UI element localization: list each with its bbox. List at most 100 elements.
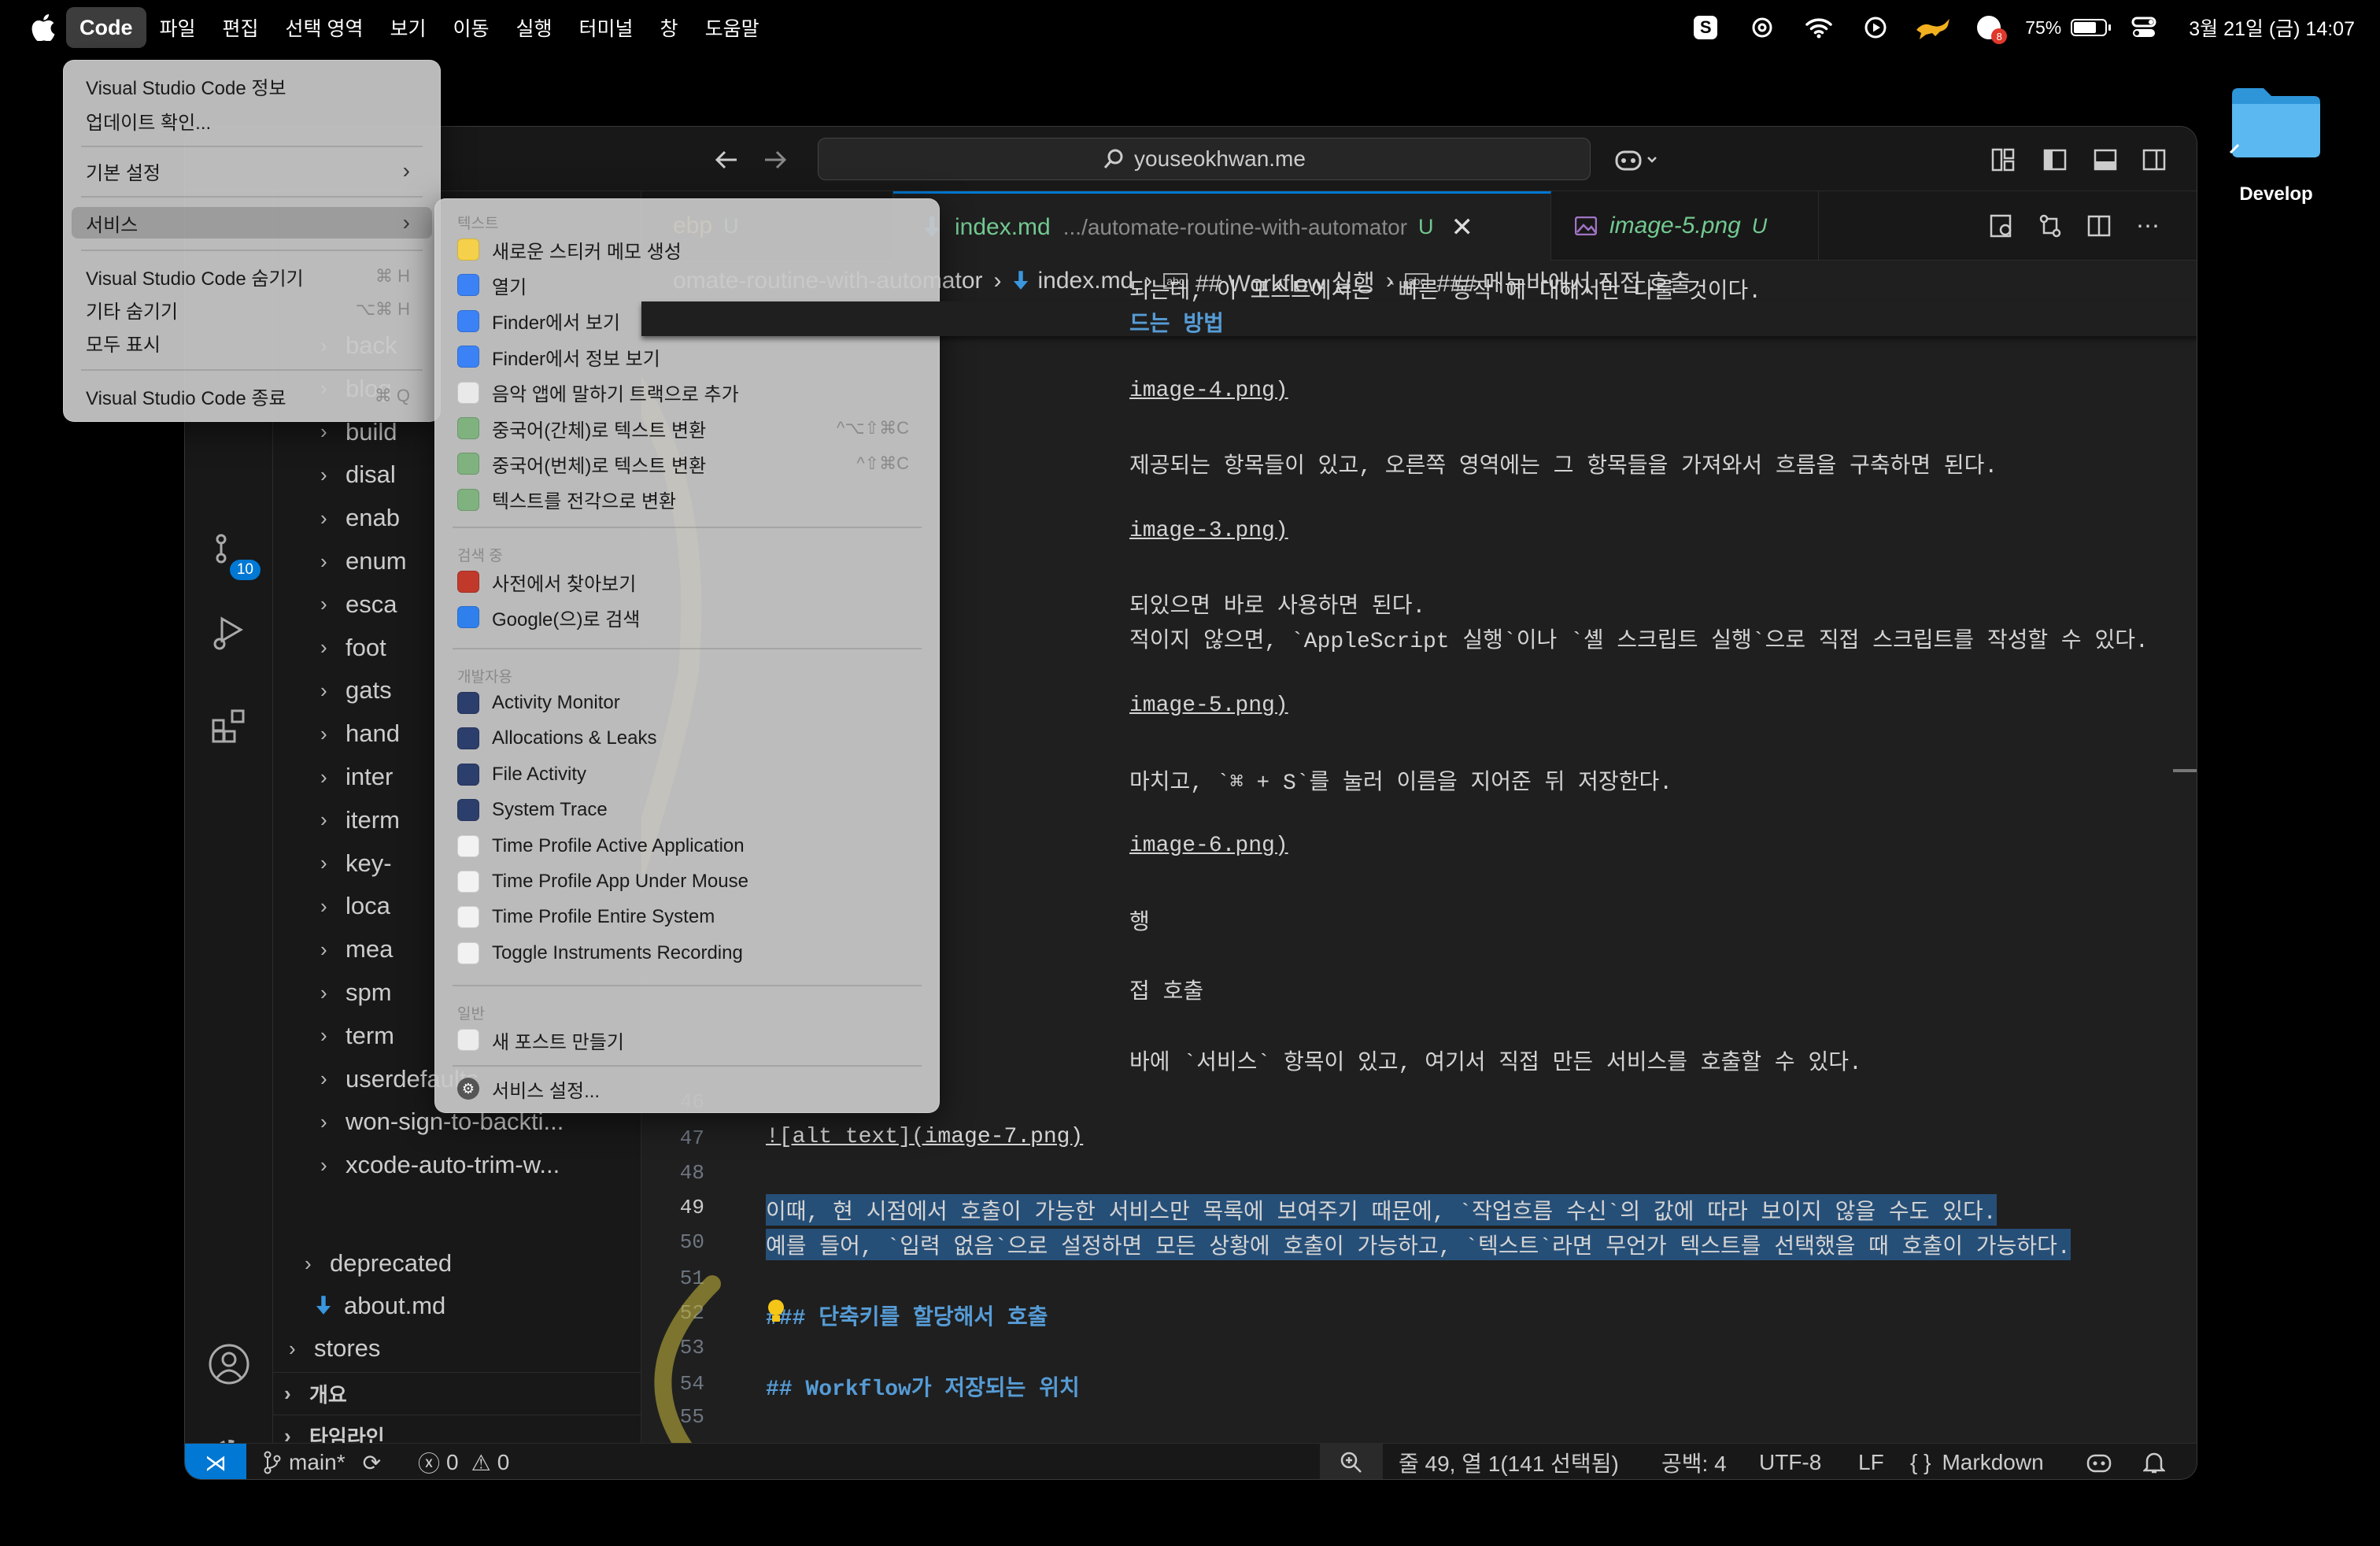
split-editor-icon[interactable] xyxy=(2083,210,2115,242)
menu-show-all[interactable]: 모두 표시 xyxy=(72,327,432,358)
services-item[interactable]: Google(으)로 검색 xyxy=(443,601,931,633)
tree-folder[interactable]: › iterm xyxy=(320,800,400,841)
battery-icon[interactable] xyxy=(2061,0,2116,55)
close-tab-icon[interactable]: ✕ xyxy=(1451,212,1474,243)
services-item[interactable]: 새 포스트 만들기 xyxy=(443,1024,931,1056)
tree-folder[interactable]: › mea xyxy=(320,929,393,970)
remote-indicator-icon[interactable]: ⋊ xyxy=(185,1444,246,1479)
cursor-position[interactable]: 줄 49, 열 1(141 선택됨) xyxy=(1399,1444,1619,1479)
tree-folder[interactable]: › enum xyxy=(320,541,407,582)
extensions-icon[interactable] xyxy=(202,700,256,753)
services-item[interactable]: 새로운 스티커 메모 생성 xyxy=(443,234,931,265)
customize-layout-icon[interactable] xyxy=(1987,144,2019,176)
notification-badge-icon[interactable]: 8 xyxy=(1961,0,2017,55)
code-line[interactable]: image-6.png) xyxy=(1129,834,1288,858)
tree-folder[interactable]: › key- xyxy=(320,843,392,884)
tab-image-5-png[interactable]: image-5.png U xyxy=(1551,191,1819,261)
sync-icon[interactable]: ⟳ xyxy=(363,1450,381,1476)
end-of-line[interactable]: LF xyxy=(1858,1444,1884,1479)
back-arrow-icon[interactable] xyxy=(711,144,742,176)
encoding[interactable]: UTF-8 xyxy=(1759,1444,1821,1479)
menu-preferences[interactable]: 기본 설정 › xyxy=(72,155,432,187)
services-item[interactable]: 중국어(번체)로 텍스트 변환 ^⇧⌘C xyxy=(443,448,931,479)
code-line[interactable]: image-3.png) xyxy=(1129,519,1288,543)
clock[interactable]: 3월 21일 (금) 14:07 xyxy=(2171,13,2380,42)
outline-section[interactable]: › 개요 xyxy=(273,1372,641,1415)
code-line[interactable]: 행 xyxy=(1129,904,1150,936)
tree-folder[interactable]: › enab xyxy=(320,497,400,538)
tree-folder[interactable]: › foot xyxy=(320,627,386,668)
lightbulb-icon[interactable] xyxy=(766,1298,789,1326)
services-item[interactable]: Time Profile Entire System xyxy=(443,901,931,933)
services-settings[interactable]: ⚙ 서비스 설정... xyxy=(443,1073,931,1104)
services-item[interactable]: Activity Monitor xyxy=(443,687,931,719)
copilot-status-icon[interactable] xyxy=(2080,1444,2118,1479)
chatgpt-icon[interactable] xyxy=(1734,0,1791,55)
services-item[interactable]: Finder에서 정보 보기 xyxy=(443,341,931,372)
menu-window[interactable]: 창 xyxy=(647,7,692,48)
services-item[interactable]: File Activity xyxy=(443,759,931,790)
tree-folder[interactable]: › inter xyxy=(320,756,393,797)
zoom-icon[interactable] xyxy=(1320,1444,1383,1479)
run-and-debug-icon[interactable] xyxy=(202,607,256,660)
menu-services[interactable]: 서비스 › xyxy=(72,207,432,239)
forward-arrow-icon[interactable] xyxy=(759,144,791,176)
tree-folder-deprecated[interactable]: › deprecated xyxy=(305,1243,452,1284)
code-line[interactable]: 접 호출 xyxy=(1129,974,1203,1005)
services-item[interactable]: 음악 앱에 말하기 트랙으로 추가 xyxy=(443,377,931,409)
sticky-scroll-line[interactable]: 드는 방법 xyxy=(641,301,2197,338)
menu-help[interactable]: 도움말 xyxy=(692,7,773,48)
language-mode[interactable]: { } Markdown xyxy=(1910,1444,2044,1479)
code-line[interactable]: ## Workflow가 저장되는 위치 xyxy=(766,1370,1080,1402)
services-item[interactable]: 중국어(간체)로 텍스트 변환 ^⌥⇧⌘C xyxy=(443,412,931,444)
apple-menu-icon[interactable] xyxy=(20,7,66,48)
tree-folder[interactable]: › hand xyxy=(320,713,400,754)
command-center-search[interactable]: youseokhwan.me xyxy=(818,138,1591,180)
more-actions-icon[interactable]: ⋯ xyxy=(2132,210,2164,242)
tree-folder[interactable]: › term xyxy=(320,1015,394,1056)
tree-folder[interactable]: › xcode-auto-trim-w... xyxy=(320,1145,560,1185)
notifications-bell-icon[interactable] xyxy=(2135,1444,2173,1479)
menu-go[interactable]: 이동 xyxy=(440,7,503,48)
menu-hide-app[interactable]: Visual Studio Code 숨기기 ⌘ H xyxy=(72,261,432,292)
services-item[interactable]: 열기 xyxy=(443,269,931,301)
code-line[interactable]: 이때, 현 시점에서 호출이 가능한 서비스만 목록에 보여주기 때문에, `작… xyxy=(766,1194,1997,1226)
open-preview-icon[interactable] xyxy=(1986,210,2017,242)
breadcrumb-file[interactable]: index.md xyxy=(1038,268,1134,294)
menu-quit[interactable]: Visual Studio Code 종료 ⌘ Q xyxy=(72,380,432,412)
tree-folder[interactable]: › esca xyxy=(320,584,397,625)
play-icon[interactable] xyxy=(1847,0,1904,55)
problems-indicator[interactable]: ⓧ 0 ⚠ 0 xyxy=(418,1444,509,1479)
services-item[interactable]: 텍스트를 전각으로 변환 xyxy=(443,484,931,516)
menu-file[interactable]: 파일 xyxy=(146,7,209,48)
tab-index-md[interactable]: index.md .../automate-routine-with-autom… xyxy=(893,191,1551,261)
tree-folder[interactable]: › spm xyxy=(320,972,392,1013)
s-app-icon[interactable]: S xyxy=(1677,0,1734,55)
source-control-icon[interactable]: 10 xyxy=(202,522,261,580)
code-line[interactable]: ### 단축키를 할당해서 호출 xyxy=(766,1300,1048,1331)
tree-folder[interactable]: › disal xyxy=(320,454,396,495)
menu-about[interactable]: Visual Studio Code 정보 xyxy=(72,70,432,102)
scrollbar-marker[interactable] xyxy=(2173,769,2197,772)
indentation[interactable]: 공백: 4 xyxy=(1661,1444,1727,1479)
code-line[interactable]: 제공되는 항목들이 있고, 오른쪽 영역에는 그 항목들을 가져와서 흐름을 구… xyxy=(1129,448,1998,479)
services-item[interactable]: 사전에서 찾아보기 xyxy=(443,566,931,597)
menu-selection[interactable]: 선택 영역 xyxy=(272,7,377,48)
toggle-primary-sidebar-icon[interactable] xyxy=(2039,144,2071,176)
tree-folder[interactable]: › loca xyxy=(320,886,390,926)
menu-edit[interactable]: 편집 xyxy=(209,7,272,48)
tree-file-about[interactable]: about.md xyxy=(305,1285,445,1326)
code-line[interactable]: 되있으면 바로 사용하면 된다. xyxy=(1129,588,1425,620)
code-line[interactable]: 예를 들어, `입력 없음`으로 설정하면 모든 상황에 호출이 가능하고, `… xyxy=(766,1229,2071,1260)
app-menu-code[interactable]: Code xyxy=(66,7,146,48)
tree-folder[interactable]: › gats xyxy=(320,670,392,711)
copilot-icon[interactable] xyxy=(1608,141,1666,177)
menu-check-updates[interactable]: 업데이트 확인... xyxy=(72,105,432,136)
menu-run[interactable]: 실행 xyxy=(503,7,566,48)
wifi-icon[interactable] xyxy=(1791,0,1847,55)
code-line[interactable]: 적이지 않으면, `AppleScript 실행`이나 `셸 스크립트 실행`으… xyxy=(1129,623,2149,654)
runcat-icon[interactable] xyxy=(1904,0,1961,55)
services-item[interactable]: Toggle Instruments Recording xyxy=(443,938,931,969)
code-line[interactable]: image-5.png) xyxy=(1129,693,1288,718)
code-line[interactable]: image-4.png) xyxy=(1129,379,1288,403)
